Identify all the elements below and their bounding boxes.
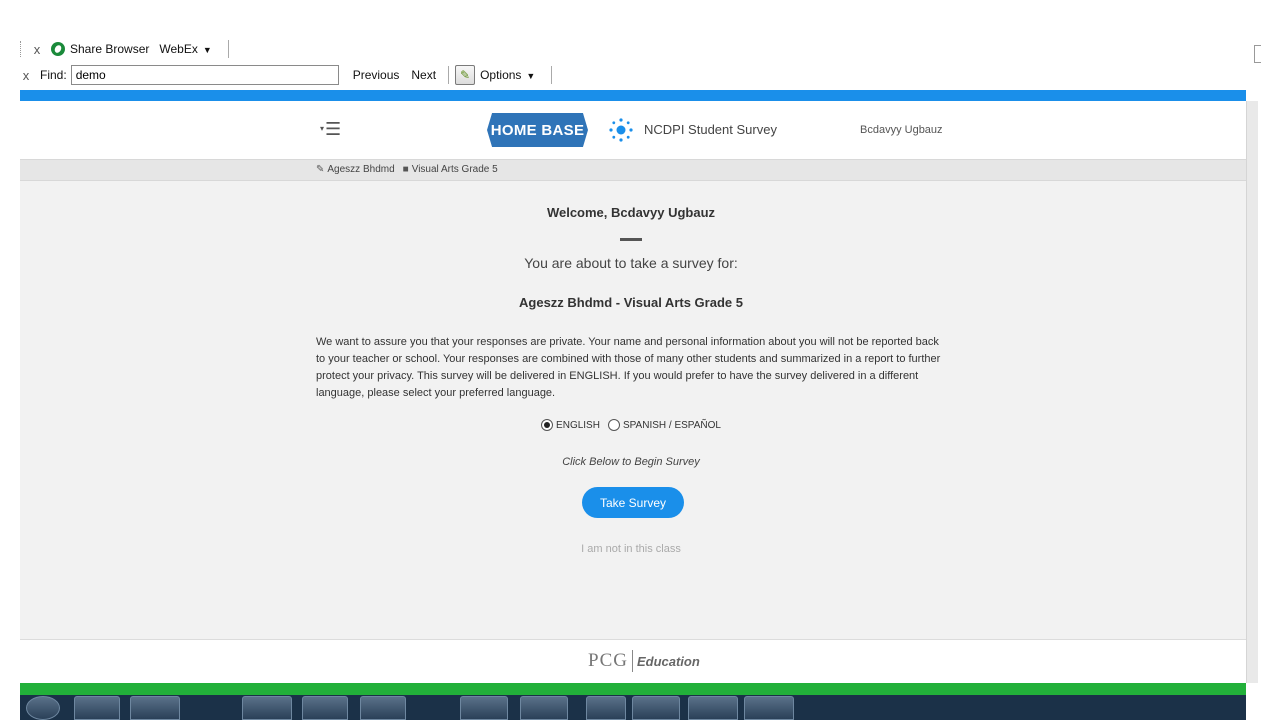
toolbar-grip[interactable] xyxy=(20,41,25,57)
class-name: Ageszz Bhdmd - Visual Arts Grade 5 xyxy=(519,295,743,310)
close-find-bar-button[interactable]: x xyxy=(20,68,32,83)
sharing-status-bar xyxy=(20,683,1246,695)
language-option-english[interactable]: ENGLISH xyxy=(541,419,600,431)
breadcrumb-teacher[interactable]: Ageszz Bhdmd xyxy=(327,164,394,175)
taskbar-app-7[interactable] xyxy=(520,696,568,720)
not-in-class-link[interactable]: I am not in this class xyxy=(316,543,946,555)
chevron-down-icon: ▼ xyxy=(202,45,212,55)
about-text: You are about to take a survey for: xyxy=(524,255,738,271)
breadcrumb-class[interactable]: Visual Arts Grade 5 xyxy=(412,164,498,175)
start-button[interactable] xyxy=(26,696,60,720)
taskbar-app-4[interactable] xyxy=(302,696,348,720)
taskbar xyxy=(20,695,1246,720)
spanish-radio[interactable] xyxy=(607,419,620,431)
find-bar: x Find: Previous Next ✎ Options ▼ xyxy=(20,62,558,88)
window-edge-mark xyxy=(1254,45,1261,63)
site-header: ▾☰ HOME BASE NCDPI Student Survey Bcdavy… xyxy=(20,101,1246,159)
taskbar-app-10[interactable] xyxy=(688,696,738,720)
highlight-icon[interactable]: ✎ xyxy=(455,65,476,85)
find-separator xyxy=(448,66,450,84)
webex-menu[interactable]: WebEx ▼ xyxy=(159,42,211,56)
taskbar-app-11[interactable] xyxy=(744,696,794,720)
click-below-text: Click Below to Begin Survey xyxy=(562,456,700,468)
welcome-heading: Welcome, Bcdavyy Ugbauz xyxy=(546,205,716,220)
breadcrumb: ✎ Ageszz Bhdmd ■ Visual Arts Grade 5 xyxy=(316,164,506,175)
breadcrumb-bar: ✎ Ageszz Bhdmd ■ Visual Arts Grade 5 xyxy=(20,159,1246,181)
take-survey-button[interactable]: Take Survey xyxy=(582,487,684,518)
taskbar-app-1[interactable] xyxy=(74,696,120,720)
survey-sun-icon xyxy=(609,118,633,142)
edit-icon: ✎ xyxy=(316,164,325,175)
pcg-mark: PCG xyxy=(588,650,628,671)
menu-caret: ▾ xyxy=(320,124,325,133)
survey-page: ▾☰ HOME BASE NCDPI Student Survey Bcdavy… xyxy=(20,101,1246,683)
taskbar-app-3[interactable] xyxy=(242,696,292,720)
survey-title: NCDPI Student Survey xyxy=(644,122,777,137)
options-menu[interactable]: Options ▼ xyxy=(480,68,535,82)
taskbar-app-8[interactable] xyxy=(586,696,626,720)
chevron-down-icon: ▼ xyxy=(526,71,536,81)
language-option-spanish[interactable]: SPANISH / ESPAÑOL xyxy=(607,419,721,431)
close-webex-toolbar-button[interactable]: x xyxy=(31,42,43,57)
english-label: ENGLISH xyxy=(556,419,600,431)
privacy-text: We want to assure you that your response… xyxy=(316,336,941,399)
taskbar-app-9[interactable] xyxy=(632,696,680,720)
taskbar-app-5[interactable] xyxy=(360,696,406,720)
share-browser-button[interactable]: Share Browser xyxy=(70,42,149,56)
menu-icon[interactable]: ▾☰ xyxy=(320,119,350,139)
home-base-logo[interactable]: HOME BASE xyxy=(487,113,588,147)
menu-glyph: ☰ xyxy=(325,119,342,139)
options-label: Options xyxy=(480,68,522,82)
find-next-button[interactable]: Next xyxy=(411,68,436,82)
webex-label: WebEx xyxy=(159,42,198,56)
book-icon: ■ xyxy=(402,164,409,175)
webex-logo-icon xyxy=(51,42,65,56)
language-selector: ENGLISH SPANISH / ESPAÑOL xyxy=(316,419,946,431)
taskbar-app-6[interactable] xyxy=(460,696,508,720)
page-top-bar xyxy=(20,90,1246,101)
find-label: Find: xyxy=(40,68,67,82)
find-previous-button[interactable]: Previous xyxy=(353,68,400,82)
footer: PCG Education xyxy=(20,639,1246,683)
pcg-education-logo: PCG Education xyxy=(588,650,700,672)
heading-divider xyxy=(620,238,642,241)
spanish-label: SPANISH / ESPAÑOL xyxy=(622,419,721,431)
pcg-separator xyxy=(631,650,633,672)
pcg-education-text: Education xyxy=(636,653,700,669)
taskbar-app-2[interactable] xyxy=(130,696,180,720)
user-name[interactable]: Bcdavyy Ugbauz xyxy=(860,124,943,136)
options-separator xyxy=(551,66,553,84)
webex-toolbar: x Share Browser WebEx ▼ xyxy=(20,36,235,62)
page-scrollbar[interactable] xyxy=(1246,101,1258,683)
find-input[interactable] xyxy=(70,65,339,85)
english-radio[interactable] xyxy=(541,419,554,431)
toolbar-separator xyxy=(227,40,229,58)
